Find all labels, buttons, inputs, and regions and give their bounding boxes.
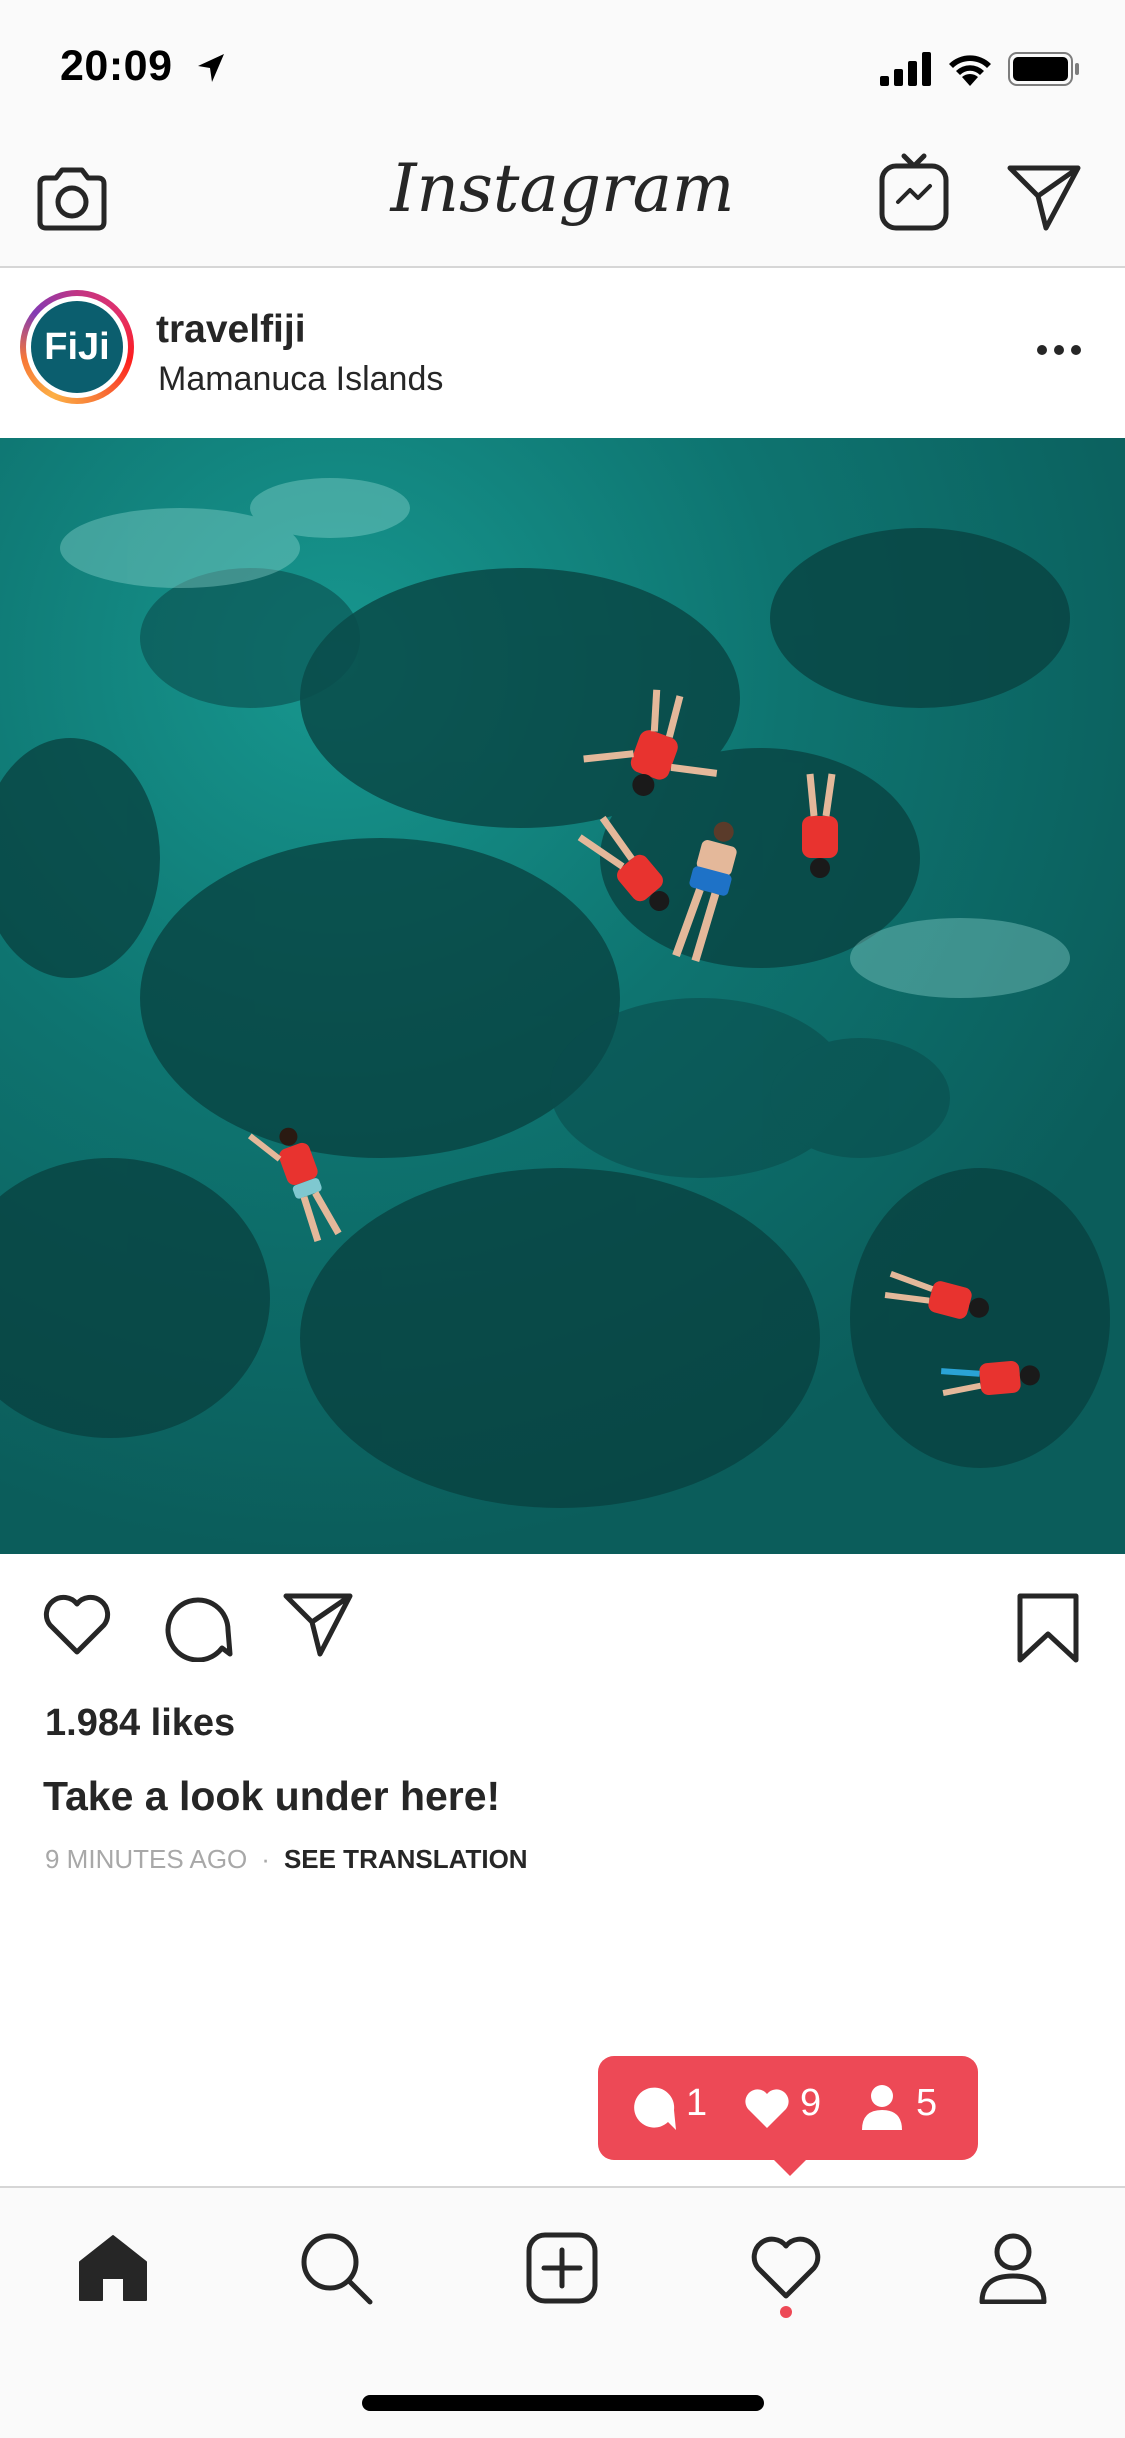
post-location[interactable]: Mamanuca Islands <box>158 360 443 399</box>
profile-icon[interactable] <box>978 2232 1048 2304</box>
post-photo[interactable] <box>0 438 1125 1554</box>
home-indicator[interactable] <box>362 2395 764 2411</box>
home-icon[interactable] <box>78 2234 148 2302</box>
top-nav: Instagram <box>0 140 1125 268</box>
wifi-icon <box>949 55 991 86</box>
share-send-icon[interactable] <box>282 1592 354 1658</box>
comment-icon[interactable] <box>162 1590 234 1662</box>
bubble-heart-icon <box>745 2089 789 2128</box>
see-translation-link[interactable]: SEE TRANSLATION <box>284 1844 528 1874</box>
activity-heart-icon[interactable] <box>750 2236 822 2300</box>
signal-icon <box>880 52 931 86</box>
post-meta: 9 MINUTES AGO · SEE TRANSLATION <box>45 1844 528 1875</box>
bubble-comments-count: 1 <box>686 2082 708 2124</box>
post-time-ago: 9 MINUTES AGO <box>45 1844 248 1874</box>
direct-send-icon[interactable] <box>1006 162 1082 232</box>
post-caption: Take a look under here! <box>43 1773 501 1819</box>
add-post-icon[interactable] <box>526 2232 598 2304</box>
activity-notification-bubble[interactable]: 1 9 5 <box>598 2056 978 2160</box>
meta-separator: · <box>261 1844 270 1874</box>
search-icon[interactable] <box>298 2230 374 2306</box>
comment-bubble-icon <box>634 2087 676 2130</box>
igtv-icon[interactable] <box>878 152 950 232</box>
likes-count[interactable]: 1.984 likes <box>45 1702 235 1745</box>
post-header: FiJi travelfiji Mamanuca Islands <box>0 268 1125 436</box>
bubble-follows-count: 5 <box>916 2082 938 2124</box>
post-username[interactable]: travelfiji <box>156 308 306 352</box>
bubble-person-icon <box>862 2085 902 2130</box>
battery-icon <box>1008 52 1079 86</box>
save-bookmark-icon[interactable] <box>1016 1592 1080 1664</box>
instagram-logo: Instagram <box>390 150 735 227</box>
status-time: 20:09 <box>60 42 173 90</box>
location-arrow-icon <box>198 54 224 82</box>
status-bar: 20:09 <box>0 0 1125 140</box>
avatar[interactable]: FiJi <box>31 301 123 393</box>
more-options-icon[interactable] <box>1036 344 1082 356</box>
activity-indicator-dot <box>780 2306 792 2318</box>
bubble-arrow <box>770 2156 810 2176</box>
photo-image <box>0 438 1125 1554</box>
bubble-likes-count: 9 <box>800 2082 822 2124</box>
like-heart-icon[interactable] <box>42 1592 112 1656</box>
